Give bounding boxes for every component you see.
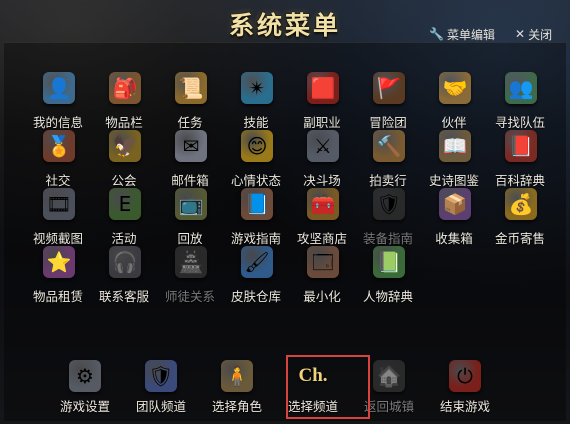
- menu-edit-label: 菜单编辑: [446, 27, 495, 42]
- menu-item[interactable]: 📜 任务: [157, 72, 223, 132]
- menu-item[interactable]: 📦 收集箱: [421, 188, 487, 248]
- menu-item[interactable]: 🗔 最小化: [289, 246, 355, 306]
- bottom-button[interactable]: ⏻ 结束游戏: [427, 360, 503, 416]
- mail-icon: ✉: [175, 130, 207, 162]
- menu-item[interactable]: 😊 心情状态: [223, 130, 289, 190]
- menu-item-label: 百科辞典: [494, 173, 545, 188]
- menu-item: 🏯 师徒关系: [157, 246, 223, 306]
- bag-icon: 🎒: [109, 72, 141, 104]
- menu-item[interactable]: 🔨 拍卖行: [355, 130, 421, 190]
- encyclopedia-icon: 📕: [505, 130, 537, 162]
- handshake-icon: 🤝: [439, 72, 471, 104]
- menu-row: 🎞 视频截图 E 活动 📺 回放 📘 游戏指南 🧰 攻坚商店 🛡 装备指南 📦 收集箱 💰 金币寄售: [25, 188, 555, 248]
- menu-item[interactable]: 🖌 皮肤仓库: [223, 246, 289, 306]
- menu-item[interactable]: 📖 史诗图鉴: [421, 130, 487, 190]
- bottom-button: 🏠 返回城镇: [351, 360, 427, 416]
- avatar-icon: 👤: [43, 72, 75, 104]
- headset-icon: 🎧: [109, 246, 141, 278]
- menu-item[interactable]: 🎞 视频截图: [25, 188, 91, 248]
- smile-icon: 😊: [241, 130, 273, 162]
- collection-box-icon: 📦: [439, 188, 471, 220]
- menu-item-label: 人物辞典: [362, 289, 413, 304]
- menu-item[interactable]: 👥 寻找队伍: [487, 72, 553, 132]
- wrench-icon: 🔧: [429, 27, 444, 41]
- armor-guide-icon: 🛡: [373, 188, 405, 220]
- close-icon: ✕: [515, 27, 526, 41]
- treasure-chest-icon: 🧰: [307, 188, 339, 220]
- team-shield-icon: 🛡: [145, 360, 177, 392]
- character-icon: 🧍: [221, 360, 253, 392]
- brush-icon: 🖌: [241, 246, 273, 278]
- gavel-icon: 🔨: [373, 130, 405, 162]
- menu-item[interactable]: 🎒 物品栏: [91, 72, 157, 132]
- menu-item[interactable]: 🚩 冒险团: [355, 72, 421, 132]
- menu-item[interactable]: 📕 百科辞典: [487, 130, 553, 190]
- minimize-icon: 🗔: [307, 246, 339, 278]
- close-label: 关闭: [528, 27, 553, 42]
- menu-item[interactable]: 🟥 副职业: [289, 72, 355, 132]
- menu-item[interactable]: E 活动: [91, 188, 157, 248]
- menu-item[interactable]: 🤝 伙伴: [421, 72, 487, 132]
- camera-icon: 🎞: [43, 188, 75, 220]
- menu-item[interactable]: 🏅 社交: [25, 130, 91, 190]
- gold-coin-icon: 💰: [505, 188, 537, 220]
- skill-orb-icon: ✴: [241, 72, 273, 104]
- party-icon: 👥: [505, 72, 537, 104]
- menu-item[interactable]: ⭐ 物品租赁: [25, 246, 91, 306]
- channel-icon: Ch.: [298, 365, 328, 386]
- flag-icon: 🚩: [373, 72, 405, 104]
- red-banner-icon: 🟥: [307, 72, 339, 104]
- menu-item: 🛡 装备指南: [355, 188, 421, 248]
- bottom-button[interactable]: Ch. 选择频道: [275, 360, 351, 416]
- menu-item[interactable]: 🎧 联系客服: [91, 246, 157, 306]
- replay-tv-icon: 📺: [175, 188, 207, 220]
- menu-item[interactable]: 📺 回放: [157, 188, 223, 248]
- scroll-icon: 📜: [175, 72, 207, 104]
- bottom-button[interactable]: 🧍 选择角色: [199, 360, 275, 416]
- event-board-icon: E: [109, 188, 141, 220]
- menu-item[interactable]: 📘 游戏指南: [223, 188, 289, 248]
- character-dictionary-icon: 📗: [373, 246, 405, 278]
- menu-row: 👤 我的信息 🎒 物品栏 📜 任务 ✴ 技能 🟥 副职业 🚩 冒险团 🤝 伙伴 👥 寻找队伍: [25, 72, 555, 132]
- menu-item[interactable]: 🦅 公会: [91, 130, 157, 190]
- gear-icon: ⚙: [69, 360, 101, 392]
- menu-item[interactable]: 📗 人物辞典: [355, 246, 421, 306]
- crossed-swords-icon: ⚔: [307, 130, 339, 162]
- menu-item[interactable]: ✴ 技能: [223, 72, 289, 132]
- guild-eagle-icon: 🦅: [109, 130, 141, 162]
- home-icon: 🏠: [373, 360, 405, 392]
- menu-edit-button[interactable]: 🔧 菜单编辑: [429, 26, 495, 42]
- menu-item-label: 寻找队伍: [494, 115, 545, 130]
- menu-row: 🏅 社交 🦅 公会 ✉ 邮件箱 😊 心情状态 ⚔ 决斗场 🔨 拍卖行 📖 史诗图鉴 📕 百科辞典: [25, 130, 555, 190]
- book-icon: 📖: [439, 130, 471, 162]
- menu-row: ⭐ 物品租赁 🎧 联系客服 🏯 师徒关系 🖌 皮肤仓库 🗔 最小化 📗 人物辞典: [25, 246, 555, 306]
- menu-item-label: 金币寄售: [494, 231, 545, 246]
- bottom-button-label: 结束游戏: [439, 399, 490, 414]
- power-icon: ⏻: [449, 360, 481, 392]
- social-badge-icon: 🏅: [43, 130, 75, 162]
- menu-item[interactable]: 🧰 攻坚商店: [289, 188, 355, 248]
- mentor-icon: 🏯: [175, 246, 207, 278]
- rental-star-icon: ⭐: [43, 246, 75, 278]
- bottom-bar: ⚙ 游戏设置 🛡 团队频道 🧍 选择角色 Ch. 选择频道 🏠 返回城镇 ⏻ 结束游戏: [47, 360, 547, 416]
- bottom-button[interactable]: ⚙ 游戏设置: [47, 360, 123, 416]
- bottom-button[interactable]: 🛡 团队频道: [123, 360, 199, 416]
- menu-item[interactable]: 💰 金币寄售: [487, 188, 553, 248]
- menu-item[interactable]: 👤 我的信息: [25, 72, 91, 132]
- menu-item[interactable]: ⚔ 决斗场: [289, 130, 355, 190]
- guide-book-icon: 📘: [241, 188, 273, 220]
- menu-item[interactable]: ✉ 邮件箱: [157, 130, 223, 190]
- close-button[interactable]: ✕ 关闭: [515, 26, 552, 42]
